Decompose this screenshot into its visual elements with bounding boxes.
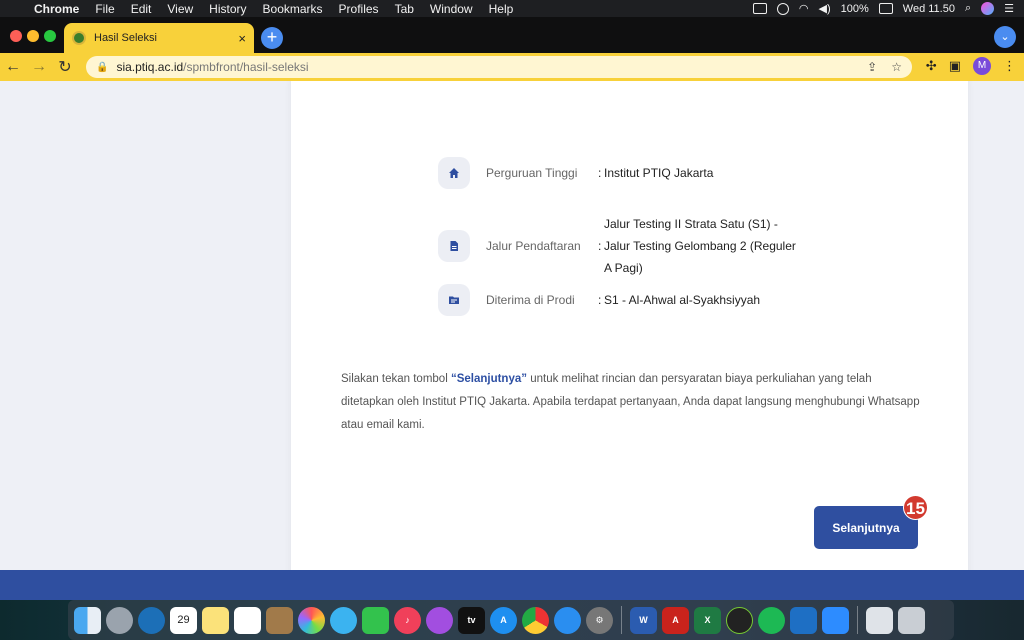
page-viewport: Perguruan Tinggi : Institut PTIQ Jakarta… <box>0 81 1024 600</box>
menu-history[interactable]: History <box>201 2 254 16</box>
photos-icon[interactable] <box>298 606 325 634</box>
note-text-before: Silakan tekan tombol <box>341 373 451 385</box>
system-preferences-icon[interactable]: ⚙ <box>586 606 613 634</box>
chrome-menu-icon[interactable]: ⋮ <box>1003 58 1016 74</box>
info-row-perguruan-tinggi: Perguruan Tinggi : Institut PTIQ Jakarta <box>438 157 713 189</box>
menu-edit[interactable]: Edit <box>123 2 160 16</box>
launchpad-icon[interactable] <box>106 606 133 634</box>
dock-separator <box>857 606 858 634</box>
page-footer <box>0 570 1024 600</box>
menubar-status-area: ◠ ◀) 100% Wed 11.50 ⌕ ☰ <box>752 2 1024 15</box>
result-card: Perguruan Tinggi : Institut PTIQ Jakarta… <box>291 81 968 593</box>
battery-percent: 100% <box>840 2 869 15</box>
window-minimize-button[interactable] <box>27 30 39 42</box>
info-value-diterima-di-prodi: S1 - Al-Ahwal al-Syakhsiyyah <box>604 293 761 307</box>
menu-tab[interactable]: Tab <box>387 2 422 16</box>
forward-icon[interactable]: → <box>26 58 52 76</box>
address-bar[interactable]: 🔒 sia.ptiq.ac.id /spmbfront/hasil-seleks… <box>86 56 912 78</box>
window-close-button[interactable] <box>10 30 22 42</box>
share-icon[interactable]: ⇪ <box>867 60 877 74</box>
volume-icon[interactable]: ◀) <box>819 2 831 15</box>
window-zoom-button[interactable] <box>44 30 56 42</box>
url-host: sia.ptiq.ac.id <box>116 60 184 74</box>
siri-icon[interactable] <box>981 2 995 15</box>
folder-icon <box>438 284 470 316</box>
tab-hasil-seleksi[interactable]: Hasil Seleksi × <box>64 23 254 53</box>
tab-close-icon[interactable]: × <box>238 31 246 46</box>
dock-separator <box>621 606 622 634</box>
info-value-perguruan-tinggi: Institut PTIQ Jakarta <box>604 166 714 180</box>
step-badge: 15 <box>903 495 928 520</box>
tab-title: Hasil Seleksi <box>94 32 157 44</box>
back-icon[interactable]: ← <box>0 58 26 76</box>
notes-icon[interactable] <box>202 606 229 634</box>
document-icon <box>438 230 470 262</box>
finder-icon[interactable] <box>74 606 101 634</box>
menu-help[interactable]: Help <box>481 2 522 16</box>
next-button[interactable]: Selanjutnya <box>814 506 918 549</box>
ptiq-favicon-icon <box>72 31 86 45</box>
new-tab-button[interactable]: + <box>261 27 283 49</box>
note-highlight: “Selanjutnya” <box>450 373 528 385</box>
info-value-jalur-pendaftaran: Jalur Testing II Strata Satu (S1) - Jalu… <box>604 217 796 275</box>
browser-toolbar: ← → ↻ 🔒 sia.ptiq.ac.id /spmbfront/hasil-… <box>0 53 1024 81</box>
edge-icon[interactable] <box>138 606 165 634</box>
macos-menu-bar: Chrome File Edit View History Bookmarks … <box>0 0 1024 17</box>
facetime-icon[interactable] <box>362 606 389 634</box>
preview-icon[interactable] <box>866 606 893 634</box>
home-icon <box>438 157 470 189</box>
lock-icon[interactable]: 🔒 <box>96 62 108 73</box>
menubar-clock[interactable]: Wed 11.50 <box>903 3 955 15</box>
menu-file[interactable]: File <box>87 2 122 16</box>
calendar-icon[interactable]: 29 <box>170 606 197 634</box>
spotlight-search-icon[interactable]: ⌕ <box>965 2 971 15</box>
acrobat-icon[interactable]: A <box>662 606 689 634</box>
bookmark-star-icon[interactable]: ☆ <box>891 60 902 74</box>
tab-search-button[interactable]: ⌄ <box>994 26 1016 48</box>
vscode-icon[interactable] <box>790 606 817 634</box>
info-row-jalur-pendaftaran: Jalur Pendaftaran : Jalur Testing II Str… <box>438 213 804 279</box>
info-label: Perguruan Tinggi <box>486 166 578 180</box>
inkscape-icon[interactable] <box>726 606 753 634</box>
safari-icon[interactable] <box>554 606 581 634</box>
music-icon[interactable]: ♪ <box>394 606 421 634</box>
menu-window[interactable]: Window <box>422 2 481 16</box>
chrome-icon[interactable] <box>522 606 549 634</box>
url-path: /spmbfront/hasil-seleksi <box>183 60 309 74</box>
menu-view[interactable]: View <box>159 2 201 16</box>
reload-icon[interactable]: ↻ <box>52 57 78 77</box>
keynote-icon[interactable] <box>266 606 293 634</box>
instruction-note: Silakan tekan tombol “Selanjutnya” untuk… <box>341 368 921 437</box>
extensions-icon[interactable]: ✣ <box>926 58 937 74</box>
menu-bookmarks[interactable]: Bookmarks <box>255 2 331 16</box>
screen-record-icon[interactable] <box>752 3 767 14</box>
battery-icon[interactable] <box>878 3 893 14</box>
menu-profiles[interactable]: Profiles <box>331 2 387 16</box>
macos-dock: 29 ♪ tv A ⚙ W A X <box>68 600 954 640</box>
spotify-icon[interactable] <box>758 606 785 634</box>
info-row-diterima-di-prodi: Diterima di Prodi : S1 - Al-Ahwal al-Sya… <box>438 284 760 316</box>
menu-app-name[interactable]: Chrome <box>30 2 87 16</box>
info-label: Jalur Pendaftaran <box>486 239 581 253</box>
messages-icon[interactable] <box>330 606 357 634</box>
wifi-icon[interactable]: ◠ <box>799 2 809 15</box>
control-center-icon[interactable]: ☰ <box>1004 2 1014 15</box>
word-icon[interactable]: W <box>630 606 657 634</box>
app-store-icon[interactable]: A <box>490 606 517 634</box>
reminders-icon[interactable] <box>234 606 261 634</box>
podcasts-icon[interactable] <box>426 606 453 634</box>
side-panel-icon[interactable]: ▣ <box>949 58 961 74</box>
excel-icon[interactable]: X <box>694 606 721 634</box>
profile-avatar[interactable]: M <box>973 57 991 75</box>
trash-icon[interactable] <box>898 606 925 634</box>
zoom-icon[interactable] <box>822 606 849 634</box>
info-label: Diterima di Prodi <box>486 293 575 307</box>
browser-tab-strip: Hasil Seleksi × + ⌄ <box>0 17 1024 53</box>
desktop-wallpaper: 29 ♪ tv A ⚙ W A X <box>0 600 1024 640</box>
creative-cloud-icon[interactable] <box>776 2 789 15</box>
apple-tv-icon[interactable]: tv <box>458 606 485 634</box>
